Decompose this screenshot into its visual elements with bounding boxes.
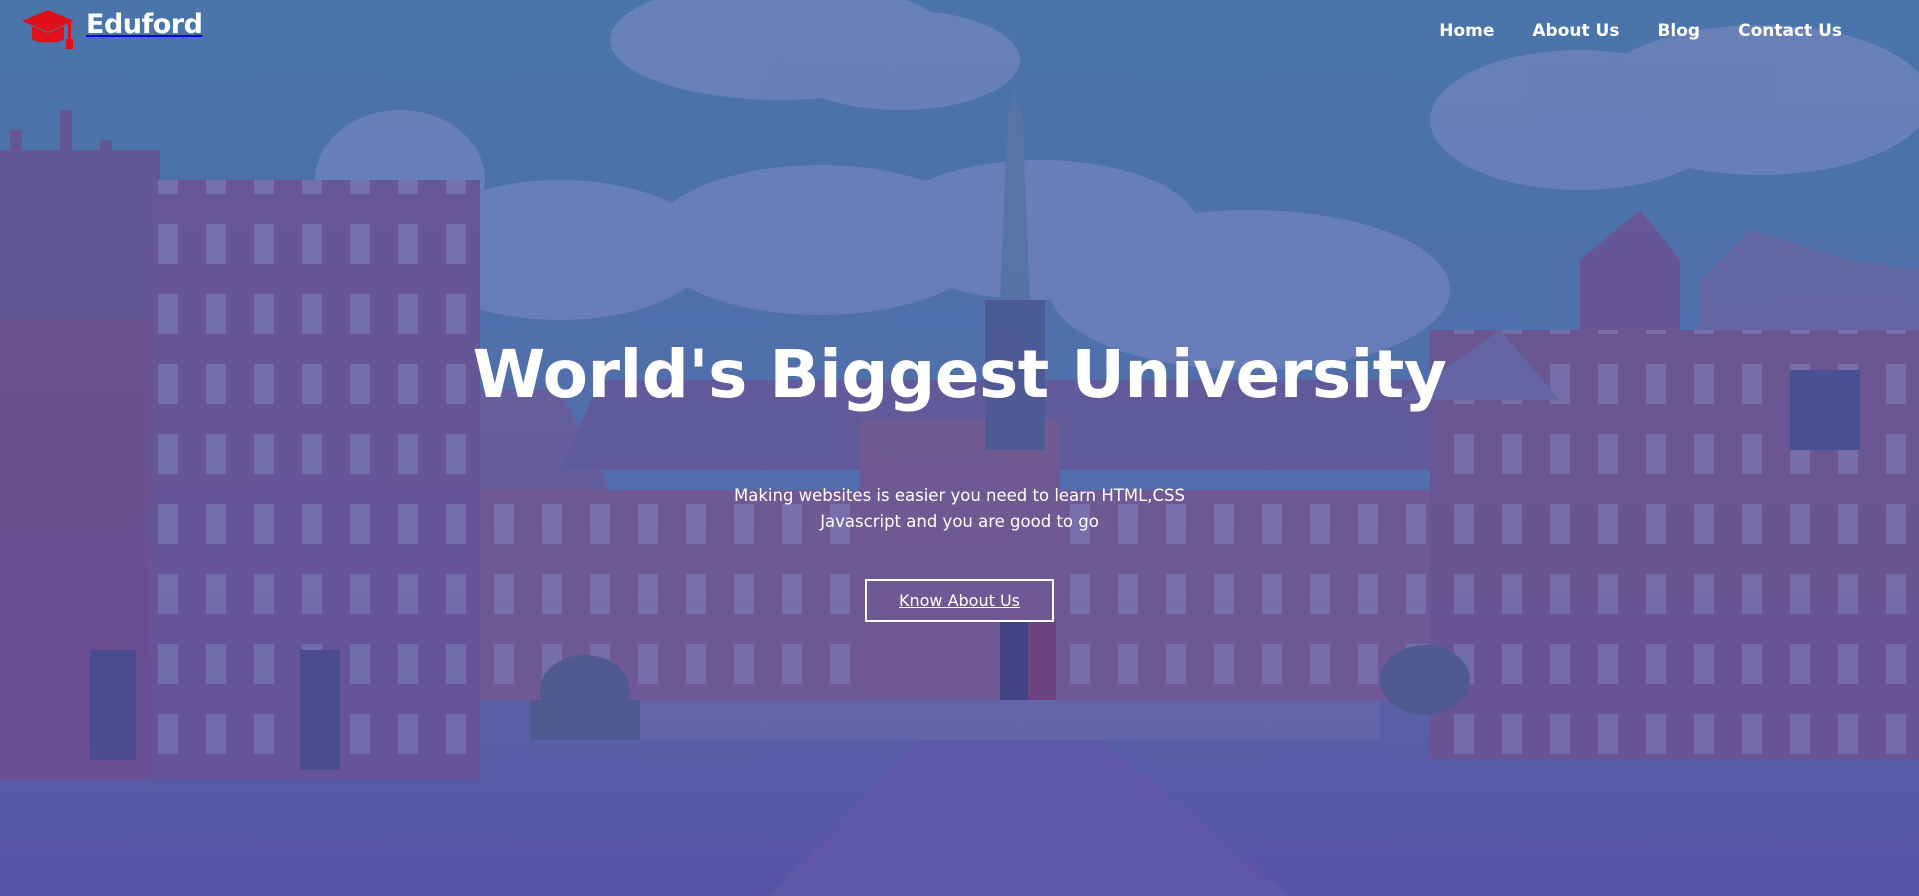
brand-logo-link[interactable]: Eduford [20,4,203,52]
main-nav: Home About Us Blog Contact Us [1420,19,1861,43]
brand-name: Eduford [86,8,203,40]
hero-subtitle: Making websites is easier you need to le… [700,483,1220,535]
navbar: Eduford Home About Us Blog Contact Us [0,0,1919,62]
graduation-cap-icon [22,10,74,49]
hero-title: World's Biggest University [472,336,1447,413]
hero-subtitle-line-2: Javascript and you are good to go [820,512,1099,531]
nav-item-blog[interactable]: Blog [1638,19,1719,43]
nav-item-contact-us[interactable]: Contact Us [1719,19,1861,43]
nav-item-home[interactable]: Home [1420,19,1513,43]
hero-section: Eduford Home About Us Blog Contact Us Wo… [0,0,1919,896]
nav-item-about-us[interactable]: About Us [1513,19,1638,43]
know-about-us-button[interactable]: Know About Us [864,579,1055,622]
hero-subtitle-line-1: Making websites is easier you need to le… [734,486,1185,505]
hero-content: World's Biggest University Making websit… [0,335,1919,622]
